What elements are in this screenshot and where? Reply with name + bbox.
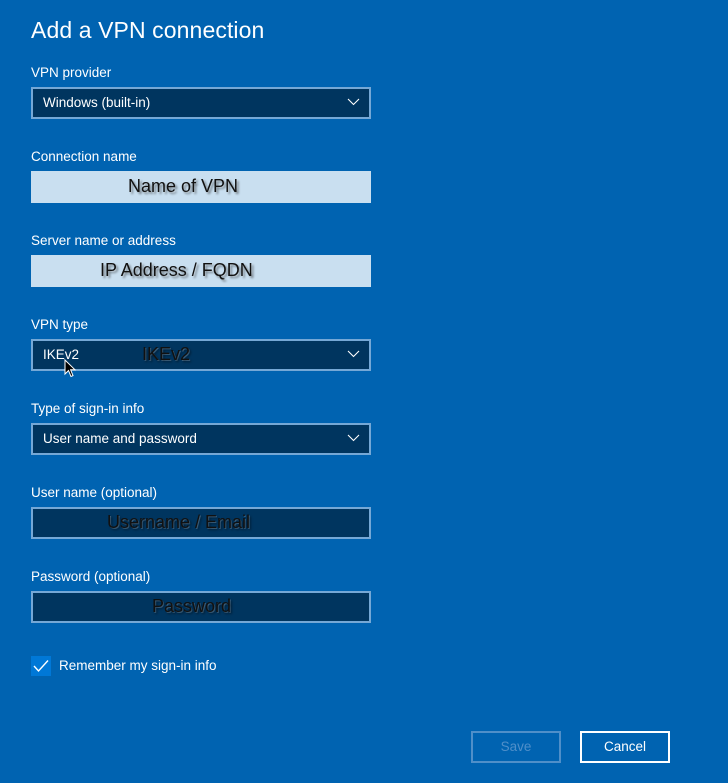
save-button[interactable]: Save	[471, 731, 561, 763]
connection-name-label: Connection name	[31, 149, 137, 164]
vpn-type-overlay: IKEv2	[142, 344, 191, 364]
username-label: User name (optional)	[31, 485, 158, 500]
connection-name-input[interactable]: Name of VPN	[31, 171, 371, 203]
remember-checkbox[interactable]	[31, 656, 51, 676]
chevron-down-icon	[347, 98, 360, 106]
password-label: Password (optional)	[31, 569, 151, 584]
server-input[interactable]: IP Address / FQDN	[31, 255, 371, 287]
vpn-provider-label: VPN provider	[31, 65, 112, 80]
sign-in-type-value: User name and password	[43, 431, 197, 446]
vpn-provider-select[interactable]: Windows (built-in)	[31, 87, 371, 119]
username-overlay: Username / Email	[107, 512, 251, 532]
chevron-down-icon	[347, 434, 360, 442]
password-input[interactable]: Password	[31, 591, 371, 623]
connection-name-overlay: Name of VPN	[128, 176, 239, 196]
sign-in-type-select[interactable]: User name and password	[31, 423, 371, 455]
server-label: Server name or address	[31, 233, 176, 248]
checkmark-icon	[33, 660, 49, 673]
vpn-type-label: VPN type	[31, 317, 89, 332]
vpn-type-select[interactable]: IKEv2 IKEv2	[31, 339, 371, 371]
password-overlay: Password	[152, 596, 232, 616]
sign-in-type-label: Type of sign-in info	[31, 401, 145, 416]
vpn-dialog: Add a VPN connection VPN provider Window…	[0, 0, 728, 783]
username-input[interactable]: Username / Email	[31, 507, 371, 539]
remember-label[interactable]: Remember my sign-in info	[59, 658, 217, 673]
cancel-button[interactable]: Cancel	[580, 731, 670, 763]
vpn-provider-value: Windows (built-in)	[43, 95, 151, 110]
chevron-down-icon	[347, 350, 360, 358]
mouse-cursor-icon	[64, 359, 76, 378]
server-overlay: IP Address / FQDN	[100, 260, 253, 280]
page-title: Add a VPN connection	[31, 17, 265, 43]
